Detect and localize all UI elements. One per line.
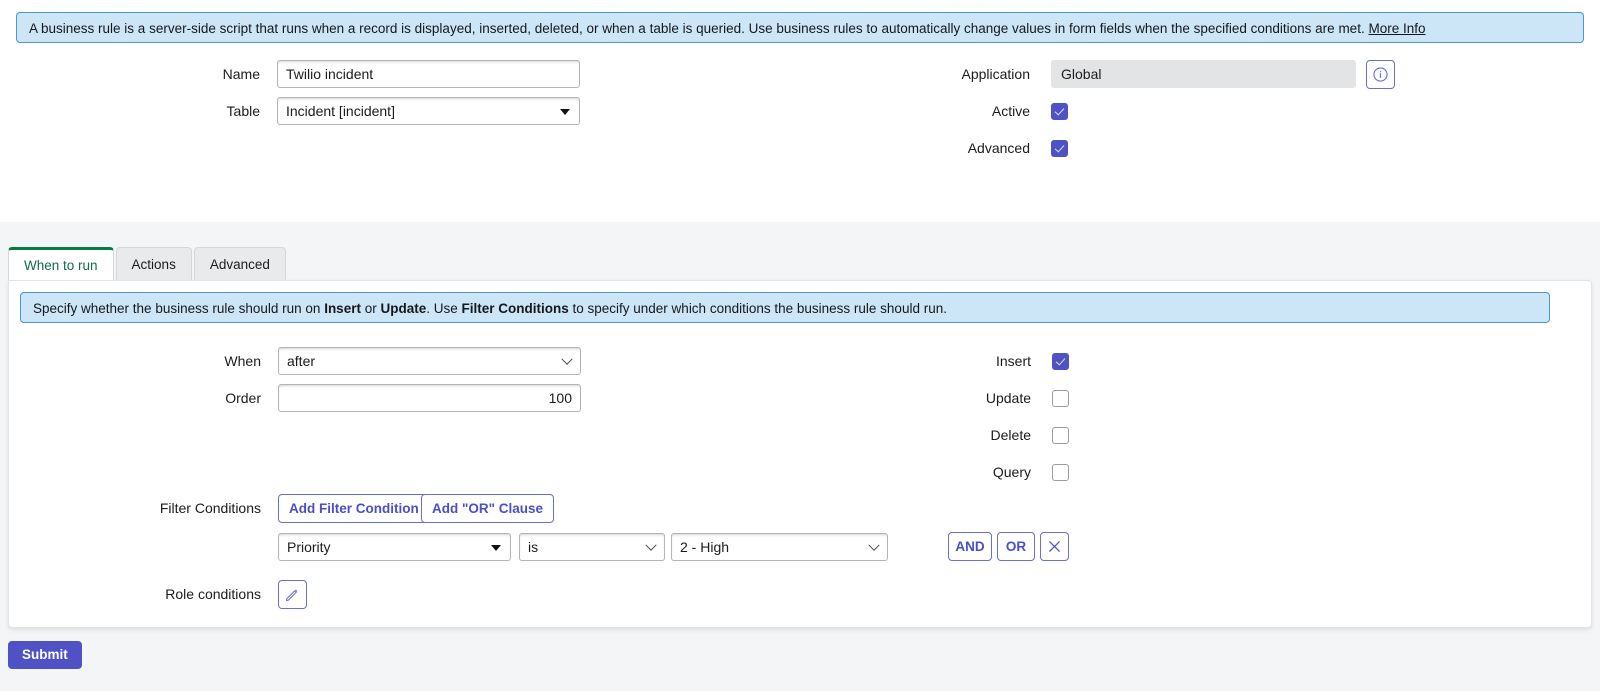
close-icon [1048, 540, 1061, 553]
insert-label: Insert [995, 353, 1031, 369]
filter-conditions-label: Filter Conditions [159, 500, 261, 516]
banner-text-2: or [360, 301, 381, 316]
banner-text-1: Specify whether the business rule should… [33, 301, 325, 316]
when-label: When [224, 353, 261, 369]
table-label: Table [226, 103, 260, 119]
condition-value-select[interactable]: 2 - High [671, 533, 888, 561]
condition-operator-value: is [519, 533, 665, 561]
condition-or-button[interactable]: OR [997, 532, 1035, 561]
application-label: Application [961, 66, 1031, 82]
tab-when-to-run[interactable]: When to run [8, 247, 114, 280]
top-info-banner-text: A business rule is a server-side script … [29, 21, 1369, 36]
add-or-clause-button[interactable]: Add "OR" Clause [421, 494, 555, 523]
tabstrip: When to run Actions Advanced [8, 247, 288, 280]
when-select[interactable]: after [278, 347, 581, 375]
when-select-value: after [278, 347, 581, 375]
condition-field-select[interactable]: Priority [278, 533, 511, 561]
banner-bold-insert: Insert [324, 301, 361, 316]
update-checkbox[interactable] [1052, 390, 1069, 407]
role-conditions-edit-button[interactable] [278, 580, 307, 609]
submit-button[interactable]: Submit [8, 641, 82, 669]
condition-value-value: 2 - High [671, 533, 888, 561]
condition-operator-select[interactable]: is [519, 533, 665, 561]
name-label: Name [222, 66, 260, 82]
more-info-link[interactable]: More Info [1368, 21, 1425, 36]
banner-bold-update: Update [380, 301, 427, 316]
banner-text-3: . Use [426, 301, 462, 316]
order-label: Order [225, 390, 261, 406]
table-select-value: Incident [incident] [277, 97, 580, 125]
order-input[interactable] [278, 384, 581, 412]
tab-actions[interactable]: Actions [115, 247, 192, 280]
advanced-label: Advanced [967, 140, 1030, 156]
banner-bold-filter-conditions: Filter Conditions [461, 301, 569, 316]
query-label: Query [992, 464, 1031, 480]
tab-advanced[interactable]: Advanced [193, 247, 286, 280]
condition-remove-button[interactable] [1040, 532, 1069, 561]
banner-text-4: to specify under which conditions the bu… [568, 301, 947, 316]
query-checkbox[interactable] [1052, 464, 1069, 481]
when-to-run-panel: Specify whether the business rule should… [8, 280, 1592, 628]
application-value: Global [1051, 60, 1356, 88]
pencil-icon [285, 589, 298, 602]
condition-and-button[interactable]: AND [948, 532, 992, 561]
application-info-button[interactable] [1366, 60, 1395, 89]
add-filter-condition-button[interactable]: Add Filter Condition [278, 494, 430, 523]
active-label: Active [991, 103, 1030, 119]
info-icon [1373, 67, 1388, 82]
top-info-banner: A business rule is a server-side script … [16, 12, 1584, 43]
name-input[interactable] [277, 60, 580, 88]
condition-field-value: Priority [278, 533, 511, 561]
insert-checkbox[interactable] [1052, 353, 1069, 370]
active-checkbox[interactable] [1051, 103, 1068, 120]
advanced-checkbox[interactable] [1051, 140, 1068, 157]
delete-checkbox[interactable] [1052, 427, 1069, 444]
delete-label: Delete [990, 427, 1031, 443]
table-select[interactable]: Incident [incident] [277, 97, 580, 125]
when-to-run-info-banner: Specify whether the business rule should… [20, 292, 1550, 323]
update-label: Update [985, 390, 1031, 406]
role-conditions-label: Role conditions [165, 586, 261, 602]
